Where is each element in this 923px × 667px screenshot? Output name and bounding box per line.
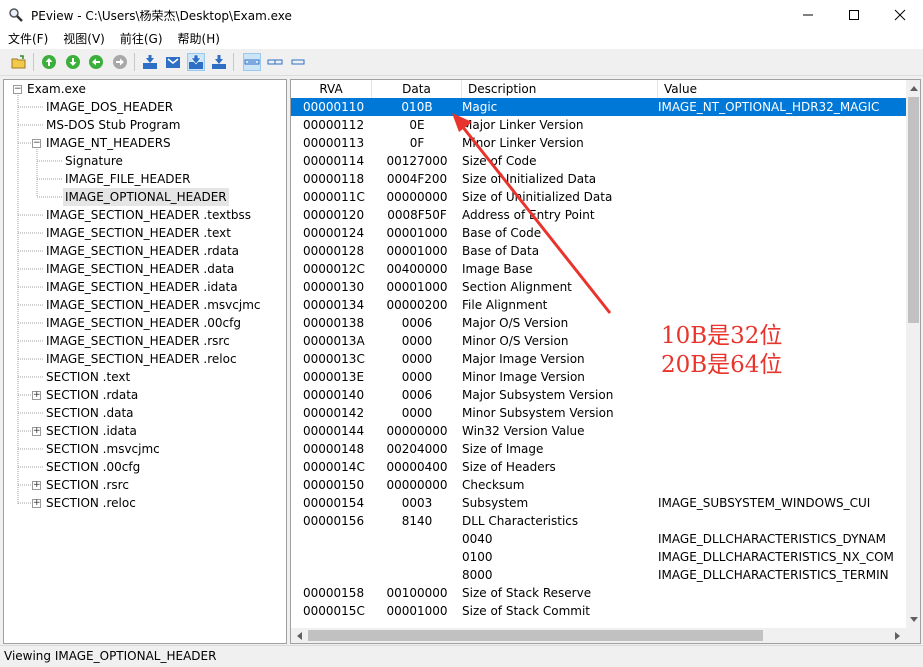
annotation-line-64bit: 20B是64位 xyxy=(661,352,783,378)
annotation-note: 10B是32位 20B是64位 xyxy=(661,322,782,380)
status-text: Viewing IMAGE_OPTIONAL_HEADER xyxy=(4,649,217,663)
annotation-arrow-icon xyxy=(452,113,612,314)
status-bar: Viewing IMAGE_OPTIONAL_HEADER xyxy=(0,645,923,667)
annotation-line-32bit: 10B是32位 xyxy=(661,323,783,349)
